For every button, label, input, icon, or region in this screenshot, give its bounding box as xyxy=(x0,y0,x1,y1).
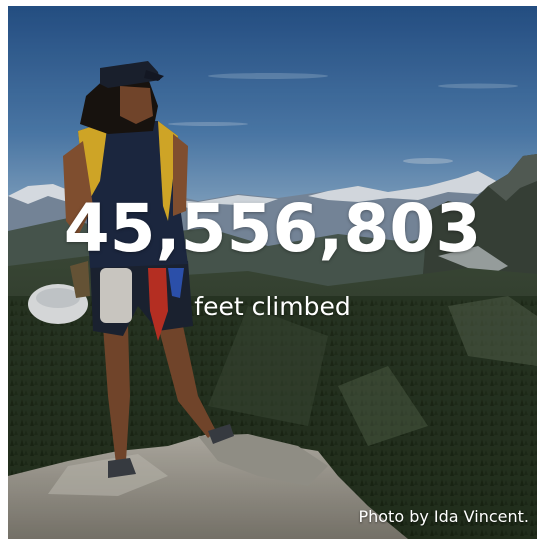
stat-label: feet climbed xyxy=(194,292,351,321)
stat-card: 45,556,803 feet climbed Photo by Ida Vin… xyxy=(8,6,537,539)
stat-value: 45,556,803 xyxy=(63,190,482,267)
photo-credit: Photo by Ida Vincent. xyxy=(358,507,529,526)
climber-mountain-photo xyxy=(8,6,537,539)
